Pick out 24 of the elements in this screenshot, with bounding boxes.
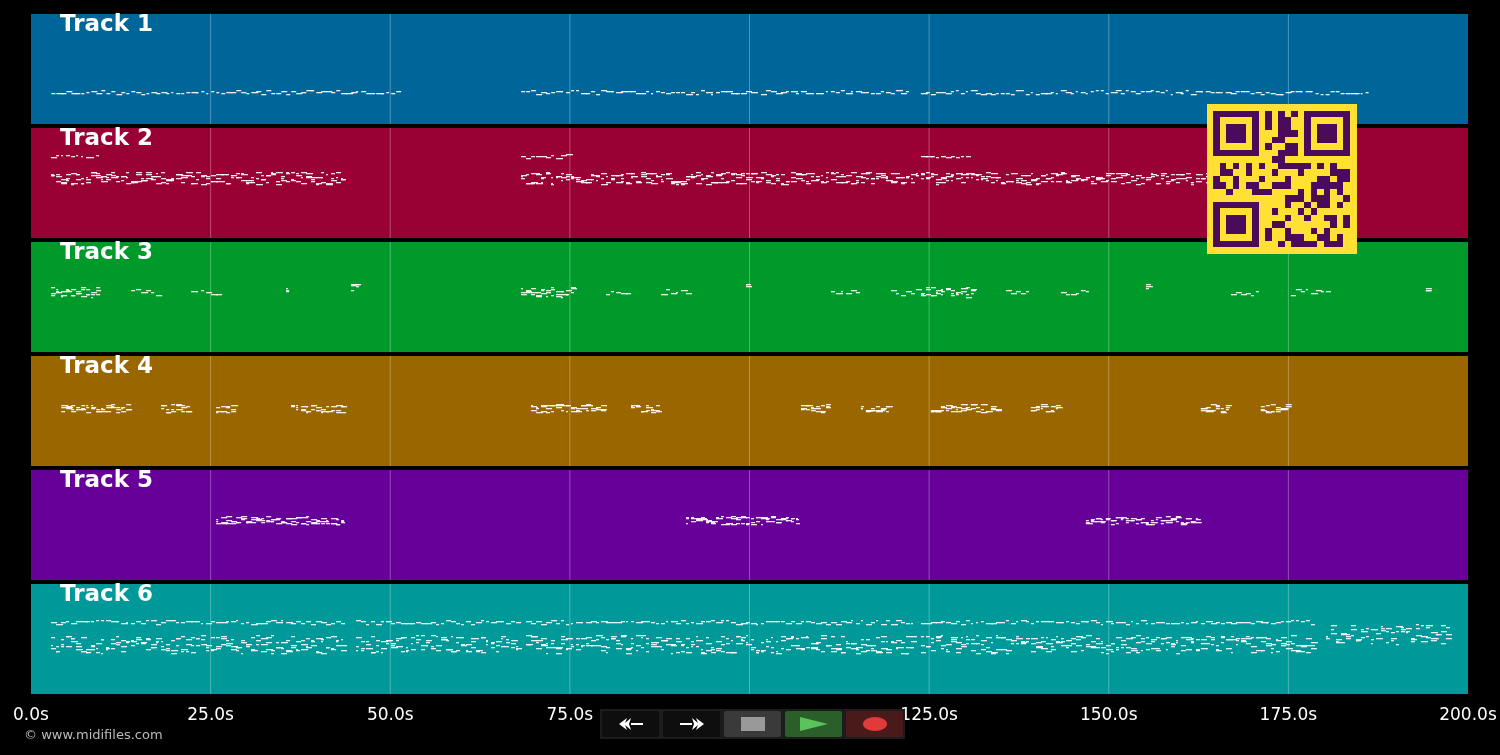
time-tick-label: 50.0s: [366, 704, 414, 724]
track-title: Track 3: [60, 237, 153, 265]
fast-forward-button[interactable]: [663, 711, 720, 737]
track-title: Track 2: [60, 123, 153, 151]
time-tick-label: 175.0s: [1259, 704, 1318, 724]
track-title: Track 1: [60, 9, 153, 37]
time-tick-label: 0.0s: [13, 704, 49, 724]
copyright-text: © www.midifiles.com: [24, 727, 163, 742]
record-icon: [862, 717, 887, 731]
time-tick-label: 25.0s: [187, 704, 234, 724]
time-tick-label: 150.0s: [1080, 704, 1138, 724]
stop-button[interactable]: [724, 711, 781, 737]
fast-forward-icon: [677, 717, 706, 731]
track-title: Track 4: [60, 351, 153, 379]
track-title: Track 6: [60, 579, 153, 607]
rewind-button[interactable]: [602, 711, 659, 737]
play-icon: [799, 717, 828, 731]
time-tick-label: 200.0s: [1439, 704, 1497, 724]
track-title: Track 5: [60, 465, 153, 493]
stop-icon: [740, 717, 765, 731]
time-tick-label: 125.0s: [900, 704, 958, 724]
record-button[interactable]: [846, 711, 903, 737]
play-button[interactable]: [785, 711, 842, 737]
time-tick-label: 75.0s: [546, 704, 594, 724]
